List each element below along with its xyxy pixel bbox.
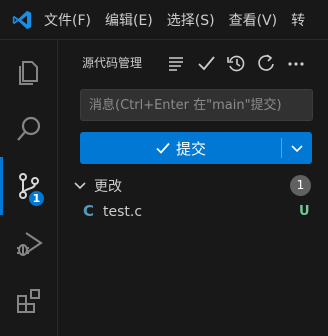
source-control-panel: 源代码管理 消息(Ctrl+Enter 在"main"提交) 提交 更改 1 C… [58, 40, 328, 336]
explorer-icon [19, 61, 38, 85]
list-item[interactable]: C test.c U [58, 200, 328, 224]
activity-extensions[interactable] [0, 272, 58, 330]
vscode-window: 文件(F) 编辑(E) 选择(S) 查看(V) 转 1 源代码管理 消息(Ctr… [0, 0, 328, 336]
menu-view[interactable]: 查看(V) [229, 10, 278, 30]
changes-group-header[interactable]: 更改 1 [58, 172, 328, 198]
more-actions-button[interactable] [285, 52, 307, 74]
title-bar: 文件(F) 编辑(E) 选择(S) 查看(V) 转 [0, 0, 328, 40]
activity-run-debug[interactable] [0, 215, 58, 273]
file-status-untracked: U [299, 204, 310, 219]
refresh-icon [258, 54, 274, 71]
history-icon [227, 55, 245, 72]
menu-edit[interactable]: 编辑(E) [105, 10, 153, 30]
refresh-button[interactable] [255, 52, 277, 74]
commit-button[interactable]: 提交 [80, 132, 281, 164]
view-as-tree-button[interactable] [165, 52, 187, 74]
extensions-icon [17, 289, 40, 313]
commit-check-button[interactable] [195, 52, 217, 74]
list-icon [169, 57, 183, 71]
chevron-down-icon [291, 145, 303, 153]
activity-explorer[interactable] [0, 42, 58, 100]
check-icon [198, 56, 215, 71]
commit-message-input[interactable] [80, 89, 313, 121]
file-name: test.c [103, 204, 143, 220]
chevron-down-icon [73, 178, 87, 192]
check-icon [156, 142, 170, 154]
commit-dropdown-button[interactable] [282, 132, 312, 164]
more-icon [288, 62, 304, 66]
commit-button-label: 提交 [175, 139, 206, 158]
view-history-button[interactable] [225, 52, 247, 74]
menu-file[interactable]: 文件(F) [44, 10, 91, 30]
search-icon [17, 116, 41, 141]
activity-bar: 1 [0, 40, 58, 336]
activity-source-control[interactable]: 1 [0, 157, 58, 215]
activity-search[interactable] [0, 100, 58, 158]
run-debug-icon [17, 232, 43, 256]
menu-go[interactable]: 转 [291, 10, 305, 30]
menu-selection[interactable]: 选择(S) [167, 10, 215, 30]
menu-bar: 文件(F) 编辑(E) 选择(S) 查看(V) 转 [44, 0, 319, 40]
source-control-badge: 1 [27, 189, 46, 208]
vscode-logo-icon [11, 9, 33, 31]
c-file-icon: C [83, 202, 95, 220]
panel-title: 源代码管理 [82, 56, 143, 70]
commit-button-group: 提交 [80, 132, 312, 164]
changes-label: 更改 [94, 179, 122, 195]
panel-header: 源代码管理 [58, 40, 328, 84]
changes-count-badge: 1 [290, 175, 311, 196]
